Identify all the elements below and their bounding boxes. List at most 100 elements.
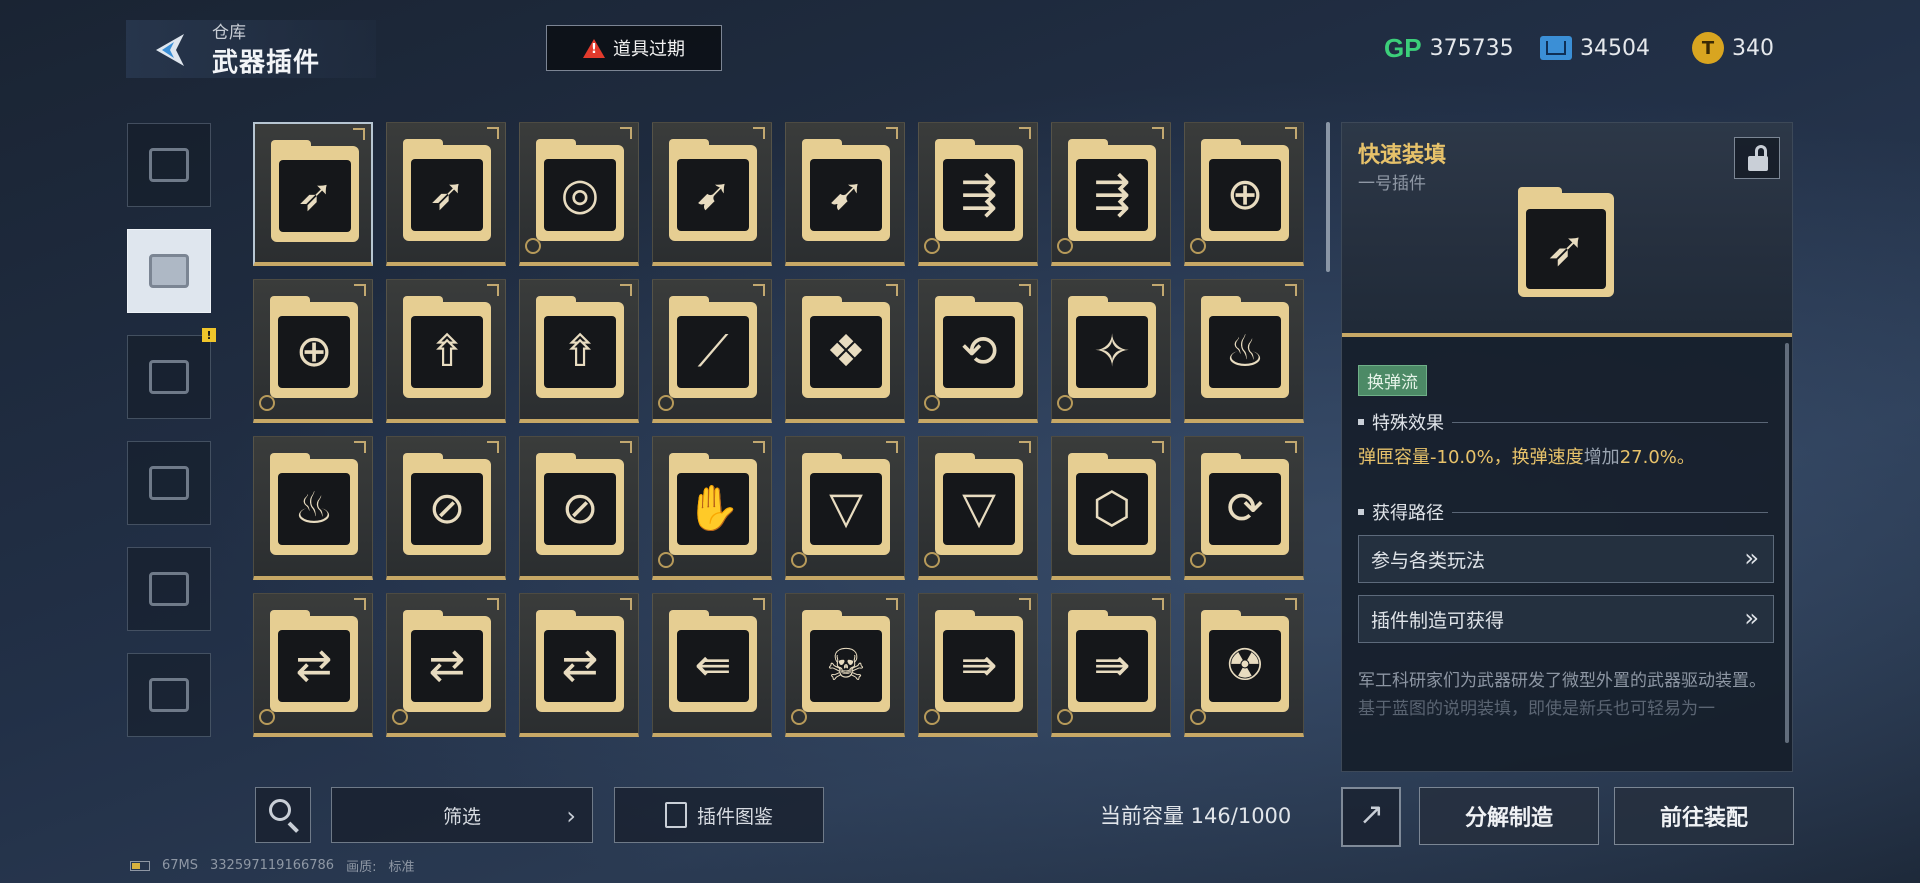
- plugin-slot[interactable]: ⇶: [918, 122, 1038, 266]
- swap-icon: [149, 466, 189, 500]
- gear-icon: [924, 238, 940, 254]
- plugin-icon: ▽: [829, 483, 863, 534]
- plugin-codex-label: 插件图鉴: [696, 805, 773, 828]
- export-button[interactable]: [1341, 787, 1401, 847]
- coin-icon: T: [1692, 32, 1724, 64]
- figure-icon: [149, 572, 189, 606]
- unlock-icon[interactable]: [1734, 137, 1780, 179]
- folder-icon: ⇄: [270, 610, 358, 712]
- plugin-icon: ⟳: [1226, 483, 1264, 534]
- plugin-icon: ⇶: [1093, 169, 1131, 220]
- plugin-icon: ♨: [294, 483, 334, 534]
- source-crafting-button[interactable]: 插件制造可获得 »: [1358, 595, 1774, 643]
- currency-coin-value: 340: [1732, 35, 1774, 61]
- folder-icon: ☠: [802, 610, 890, 712]
- double-chevron-icon: »: [1744, 604, 1759, 632]
- status-footer: 67MS 332597119166786 画质: 标准: [130, 856, 415, 875]
- quality-value: 标准: [388, 860, 415, 875]
- plugin-slot[interactable]: ☠: [785, 593, 905, 737]
- plugin-slot[interactable]: ⇮: [519, 279, 639, 423]
- category-tab-pistol[interactable]: [127, 123, 211, 207]
- plugin-slot[interactable]: ⊘: [519, 436, 639, 580]
- dismantle-button[interactable]: 分解制造: [1419, 787, 1599, 845]
- plugin-slot[interactable]: ⟳: [1184, 436, 1304, 580]
- folder-icon: ⇶: [1068, 139, 1156, 241]
- plugin-codex-button[interactable]: 插件图鉴: [614, 787, 824, 843]
- plugin-slot[interactable]: ⬡: [1051, 436, 1171, 580]
- plugin-slot[interactable]: ➶: [386, 122, 506, 266]
- plugin-slot[interactable]: ♨: [1184, 279, 1304, 423]
- detail-scrollbar[interactable]: [1785, 343, 1789, 743]
- category-tab-plugin[interactable]: [127, 229, 211, 313]
- plugin-slot[interactable]: ⟋: [652, 279, 772, 423]
- category-tab-grenade[interactable]: [127, 335, 211, 419]
- plugin-icon: ⇛: [960, 640, 998, 691]
- plugin-slot[interactable]: ♨: [253, 436, 373, 580]
- effect-heading: 特殊效果: [1358, 409, 1768, 435]
- folder-icon: ❖: [802, 296, 890, 398]
- plugin-slot[interactable]: ⇶: [1051, 122, 1171, 266]
- plugin-slot[interactable]: ⊕: [1184, 122, 1304, 266]
- alert-badge: !: [202, 328, 216, 342]
- star-badge-icon: [149, 678, 189, 712]
- source-heading: 获得路径: [1358, 499, 1768, 525]
- pistol-icon: [149, 148, 189, 182]
- folder-icon: ⇮: [403, 296, 491, 398]
- plugin-slot[interactable]: ▽: [918, 436, 1038, 580]
- go-equip-button[interactable]: 前往装配: [1614, 787, 1794, 845]
- source-gameplay-button[interactable]: 参与各类玩法 »: [1358, 535, 1774, 583]
- plugin-slot[interactable]: ❖: [785, 279, 905, 423]
- plugin-slot[interactable]: ⇛: [918, 593, 1038, 737]
- plugin-slot[interactable]: ➹: [785, 122, 905, 266]
- plugin-slot[interactable]: ⟲: [918, 279, 1038, 423]
- plugin-icon: ⬡: [1092, 483, 1132, 534]
- search-button[interactable]: [255, 787, 311, 843]
- plugin-slot[interactable]: ➹: [652, 122, 772, 266]
- category-tab-figure[interactable]: [127, 547, 211, 631]
- plugin-slot[interactable]: ✋: [652, 436, 772, 580]
- category-tab-swap[interactable]: [127, 441, 211, 525]
- plugin-slot[interactable]: ✧: [1051, 279, 1171, 423]
- gear-icon: [1057, 395, 1073, 411]
- plugin-icon: ◎: [560, 169, 600, 220]
- plugin-name: 快速装填: [1358, 143, 1447, 168]
- folder-icon: ➶: [271, 140, 359, 242]
- ping-text: 67MS: [162, 858, 199, 873]
- plugin-slot[interactable]: ➶: [253, 122, 373, 266]
- folder-icon: ⟋: [669, 296, 757, 398]
- chevron-right-icon: ›: [566, 802, 576, 830]
- chip-icon: [1540, 36, 1572, 60]
- plugin-icon: ♨: [1225, 326, 1265, 377]
- plugin-slot[interactable]: ⇄: [386, 593, 506, 737]
- folder-icon: ⇛: [1068, 610, 1156, 712]
- plugin-icon: ⇛: [1093, 640, 1131, 691]
- plugin-slot[interactable]: ⊕: [253, 279, 373, 423]
- back-arrow-icon[interactable]: [150, 30, 190, 70]
- breadcrumb: 仓库: [212, 23, 246, 43]
- plugin-slot[interactable]: ⇄: [253, 593, 373, 737]
- plugin-description: 军工科研家们为武器研发了微型外置的武器驱动装置。 基于蓝图的说明装填，即使是新兵…: [1358, 671, 1766, 719]
- expired-items-button[interactable]: 道具过期: [546, 25, 722, 71]
- grid-scrollbar[interactable]: [1326, 122, 1330, 272]
- plugin-slot[interactable]: ▽: [785, 436, 905, 580]
- plugin-slot[interactable]: ⊘: [386, 436, 506, 580]
- plugin-icon: ➹: [827, 169, 865, 220]
- folder-icon: ⊕: [270, 296, 358, 398]
- plugin-slot[interactable]: ⇄: [519, 593, 639, 737]
- plugin-slot[interactable]: ⇚: [652, 593, 772, 737]
- gp-icon: GP: [1384, 32, 1422, 63]
- plugin-slot[interactable]: ◎: [519, 122, 639, 266]
- folder-icon: ⊘: [536, 453, 624, 555]
- filter-button[interactable]: 筛选 ›: [331, 787, 593, 843]
- folder-icon: ⇛: [935, 610, 1023, 712]
- category-tab-star[interactable]: [127, 653, 211, 737]
- gear-icon: [658, 395, 674, 411]
- gear-icon: [259, 709, 275, 725]
- folder-icon: ⬡: [1068, 453, 1156, 555]
- plugin-slot[interactable]: ⇮: [386, 279, 506, 423]
- plugin-slot[interactable]: ☢: [1184, 593, 1304, 737]
- plugin-icon: ⊕: [295, 326, 333, 377]
- folder-icon: ⇮: [536, 296, 624, 398]
- plugin-slot[interactable]: ⇛: [1051, 593, 1171, 737]
- gear-icon: [791, 552, 807, 568]
